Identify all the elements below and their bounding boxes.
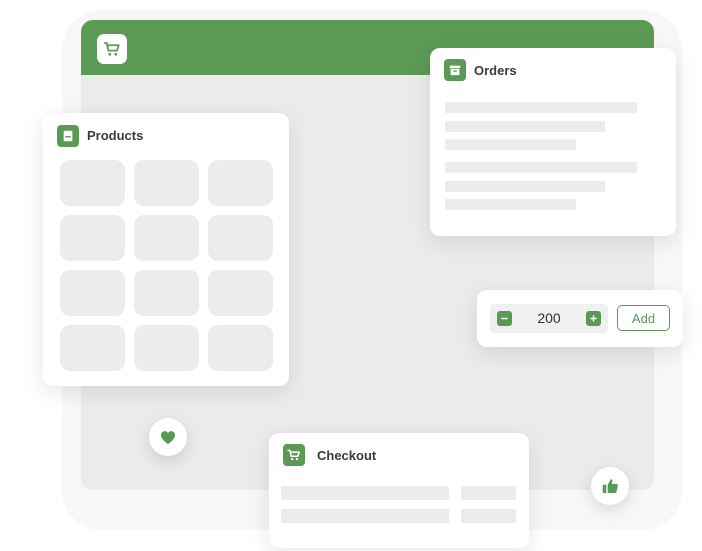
product-tile[interactable] xyxy=(208,325,273,371)
increment-button[interactable] xyxy=(586,311,601,326)
product-tile[interactable] xyxy=(134,160,199,206)
order-line-placeholder xyxy=(445,181,605,192)
quantity-value[interactable]: 200 xyxy=(516,304,582,333)
favorite-button[interactable] xyxy=(149,418,187,456)
product-tile[interactable] xyxy=(134,270,199,316)
product-tile[interactable] xyxy=(60,215,125,261)
orders-card: Orders xyxy=(430,48,676,236)
decrement-button[interactable] xyxy=(497,311,512,326)
header-cart-button[interactable] xyxy=(97,34,127,64)
heart-icon xyxy=(161,430,175,444)
order-line-placeholder xyxy=(445,102,637,113)
archive-box-icon xyxy=(444,59,466,81)
like-button[interactable] xyxy=(591,467,629,505)
product-tile[interactable] xyxy=(208,215,273,261)
product-tile[interactable] xyxy=(60,160,125,206)
quantity-stepper: 200 xyxy=(490,304,608,333)
checkout-line-placeholder xyxy=(281,509,449,523)
checkout-line-placeholder xyxy=(461,486,516,500)
product-tile[interactable] xyxy=(60,270,125,316)
add-button[interactable]: Add xyxy=(617,305,670,331)
checkout-title: Checkout xyxy=(317,448,377,463)
minus-icon xyxy=(501,317,508,320)
thumbs-up-icon xyxy=(602,479,618,494)
cart-icon xyxy=(103,42,120,56)
checkout-line-placeholder xyxy=(281,486,449,500)
checkout-card: Checkout xyxy=(269,433,529,548)
products-title: Products xyxy=(87,128,144,143)
checkout-cart-icon xyxy=(283,444,305,466)
product-card-icon xyxy=(57,125,79,147)
order-line-placeholder xyxy=(445,139,576,150)
order-line-placeholder xyxy=(445,199,576,210)
product-tile[interactable] xyxy=(60,325,125,371)
products-card: Products xyxy=(43,113,289,386)
plus-icon xyxy=(590,315,597,322)
checkout-line-placeholder xyxy=(461,509,516,523)
quantity-card: 200 Add xyxy=(477,290,683,347)
product-tile[interactable] xyxy=(134,325,199,371)
order-line-placeholder xyxy=(445,162,637,173)
products-grid xyxy=(60,160,273,371)
orders-title: Orders xyxy=(474,63,517,78)
product-tile[interactable] xyxy=(134,215,199,261)
order-line-placeholder xyxy=(445,121,605,132)
product-tile[interactable] xyxy=(208,270,273,316)
product-tile[interactable] xyxy=(208,160,273,206)
